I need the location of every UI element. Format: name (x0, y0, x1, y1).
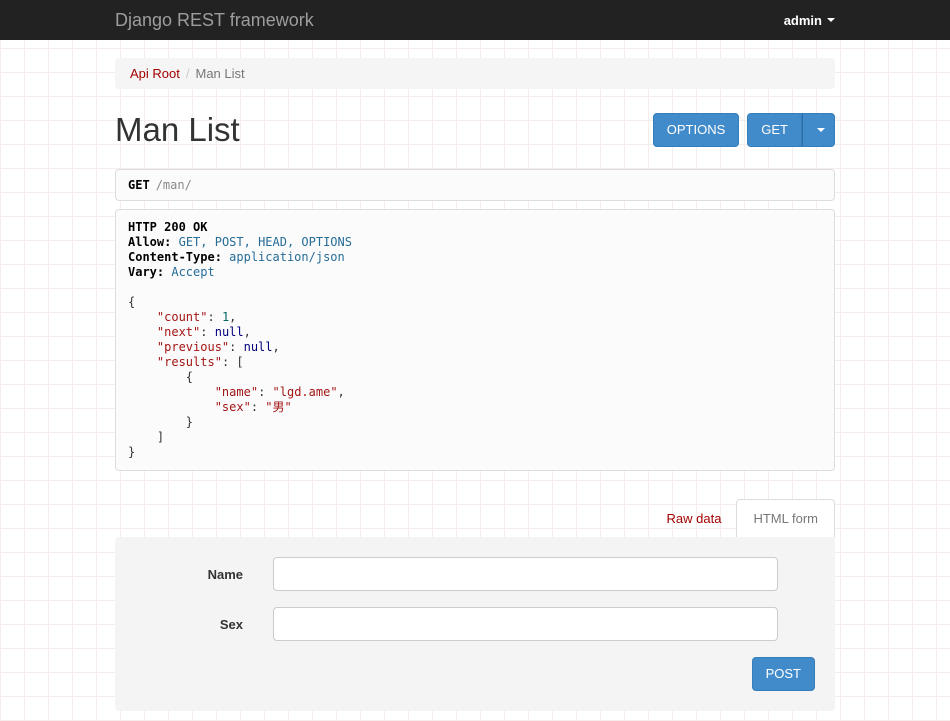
breadcrumb-separator: / (180, 66, 196, 81)
post-button[interactable]: POST (752, 657, 815, 691)
response-box: HTTP 200 OK Allow: GET, POST, HEAD, OPTI… (115, 209, 835, 471)
content-tabs: Raw data HTML form (115, 499, 835, 537)
form-row-sex: Sex (135, 607, 815, 641)
sex-field-label: Sex (135, 617, 243, 632)
user-dropdown[interactable]: admin (784, 13, 835, 28)
sex-field[interactable] (273, 607, 778, 641)
breadcrumb-link-api-root[interactable]: Api Root (130, 66, 180, 81)
top-navbar: Django REST framework admin (0, 0, 950, 40)
options-button[interactable]: OPTIONS (653, 113, 740, 147)
name-field[interactable] (273, 557, 778, 591)
page-title: Man List (115, 111, 240, 149)
html-form-panel: Name Sex POST (115, 537, 835, 711)
form-row-name: Name (135, 557, 815, 591)
caret-down-icon (827, 18, 835, 22)
get-button[interactable]: GET (747, 113, 802, 147)
tab-raw-data[interactable]: Raw data (652, 500, 737, 537)
get-button-group: GET (747, 113, 835, 147)
request-method: GET (128, 178, 150, 192)
request-info: GET/man/ (115, 169, 835, 201)
breadcrumb: Api Root / Man List (115, 58, 835, 89)
brand-link[interactable]: Django REST framework (115, 10, 314, 31)
get-dropdown-button[interactable] (802, 113, 835, 147)
tab-html-form[interactable]: HTML form (736, 499, 835, 537)
breadcrumb-current: Man List (196, 66, 245, 81)
response-body: HTTP 200 OK Allow: GET, POST, HEAD, OPTI… (128, 220, 822, 460)
caret-down-icon (817, 128, 825, 132)
request-path: /man/ (156, 178, 192, 192)
user-dropdown-label: admin (784, 13, 822, 28)
name-field-label: Name (135, 567, 243, 582)
